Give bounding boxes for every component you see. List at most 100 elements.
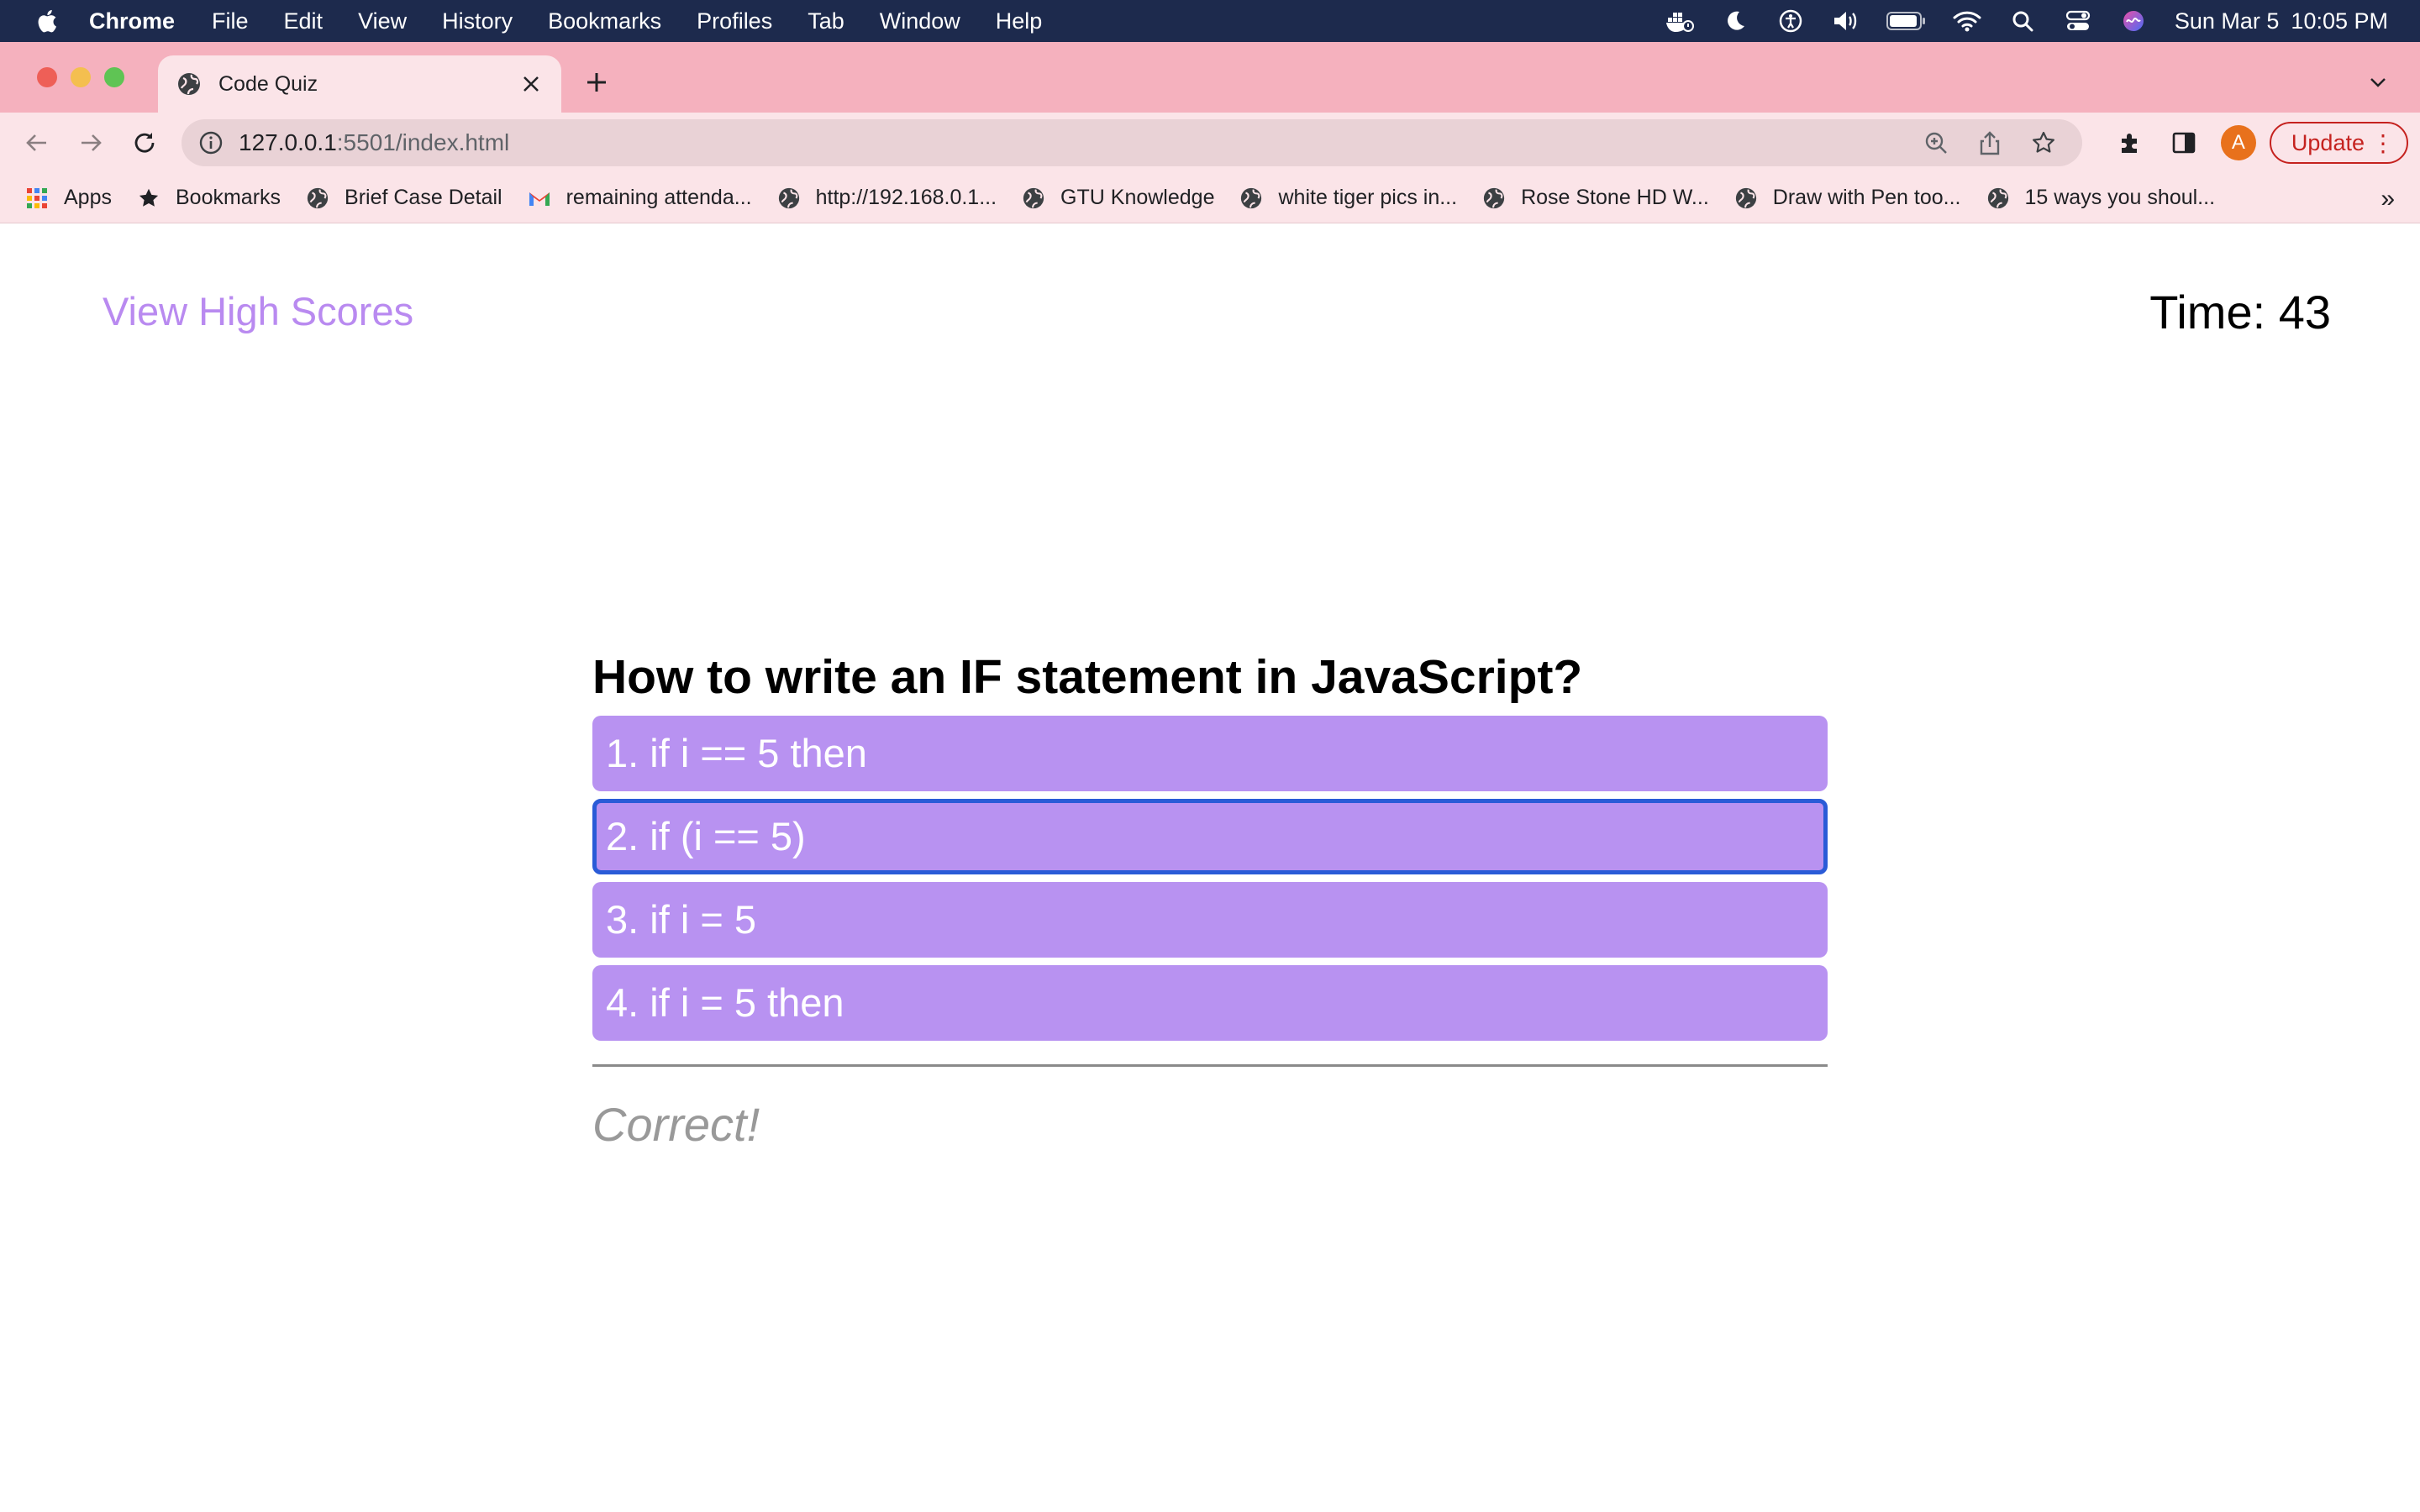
url-text[interactable]: 127.0.0.1:5501/index.html [239,129,1921,156]
tab-title: Code Quiz [218,71,318,96]
bookmark-rose-stone[interactable]: Rose Stone HD W... [1482,186,1709,210]
zoom-icon[interactable] [1921,128,1951,158]
share-icon[interactable] [1975,128,2005,158]
back-arrow-icon [26,134,46,151]
macos-menu-bar: Chrome File Edit View History Bookmarks … [0,0,2420,42]
bookmark-gmail[interactable]: remaining attenda... [528,186,752,210]
bookmark-15-ways[interactable]: 15 ways you shoul... [1986,186,2216,210]
battery-icon[interactable] [1886,8,1928,34]
bookmark-label: 15 ways you shoul... [2024,186,2216,209]
url-host: 127.0.0.1 [239,129,337,155]
globe-icon [176,71,202,97]
volume-icon[interactable] [1830,8,1862,34]
globe-icon [306,186,329,210]
bookmark-gtu[interactable]: GTU Knowledge [1022,186,1214,210]
chevron-down-icon [2370,78,2386,87]
bookmark-apps[interactable]: Apps [25,186,112,210]
bookmark-label: Draw with Pen too... [1772,186,1961,209]
bookmark-label: Brief Case Detail [345,186,502,209]
feedback-divider [592,1063,1828,1067]
bookmark-bookmarks[interactable]: Bookmarks [137,186,281,210]
accessibility-icon[interactable] [1775,8,1807,34]
close-tab-icon[interactable] [514,67,548,101]
bookmark-label: Bookmarks [175,186,281,209]
status-area: Sun Mar 5 10:05 PM [1640,0,2388,42]
bookmark-draw-pen[interactable]: Draw with Pen too... [1734,186,1961,210]
forward-button[interactable] [72,124,109,161]
menu-tab[interactable]: Tab [808,8,844,34]
siri-icon[interactable] [2118,8,2149,34]
menu-profiles[interactable]: Profiles [697,8,772,34]
bookmark-router[interactable]: http://192.168.0.1... [777,186,997,210]
side-panel-icon[interactable] [2167,126,2201,160]
bookmark-label: http://192.168.0.1... [815,186,997,209]
menu-bookmarks[interactable]: Bookmarks [548,8,661,34]
extensions-puzzle-icon[interactable] [2113,126,2147,160]
bookmark-label: GTU Knowledge [1060,186,1215,209]
zoom-window-button[interactable] [104,67,124,87]
globe-icon [1482,186,1506,210]
menu-history[interactable]: History [442,8,513,34]
toolbar-right: A Update ⋮ [2113,113,2420,173]
bookmark-label: Rose Stone HD W... [1521,186,1709,209]
globe-icon [1022,186,1045,210]
wifi-icon[interactable] [1951,8,1983,34]
bookmarks-overflow-icon[interactable]: » [2381,185,2395,213]
menubar-clock[interactable]: Sun Mar 5 10:05 PM [2175,8,2388,34]
menu-view[interactable]: View [358,8,407,34]
control-center-icon[interactable] [2062,8,2094,34]
globe-icon [1986,186,2010,210]
menu-chrome[interactable]: Chrome [89,8,175,34]
bookmark-brief-case[interactable]: Brief Case Detail [306,186,502,210]
browser-toolbar: 127.0.0.1:5501/index.html A Update ⋮ [0,113,2420,173]
menu-file[interactable]: File [212,8,249,34]
answer-choice-2[interactable]: 2. if (i == 5) [592,798,1828,874]
apple-icon[interactable] [37,8,57,34]
update-button[interactable]: Update ⋮ [2269,122,2408,164]
bookmark-label: white tiger pics in... [1278,186,1458,209]
update-label: Update [2291,129,2365,155]
menubar-time: 10:05 PM [2291,8,2388,34]
quiz-timer: Time: 43 [2149,286,2331,339]
more-vert-icon: ⋮ [2371,130,2395,156]
moon-icon[interactable] [1719,8,1751,34]
answer-choice-1[interactable]: 1. if i == 5 then [592,715,1828,791]
gmail-icon [528,186,551,210]
tab-code-quiz[interactable]: Code Quiz [158,55,561,113]
globe-icon [1239,186,1263,210]
menu-edit[interactable]: Edit [284,8,324,34]
reload-button[interactable] [126,124,163,161]
window-controls [37,67,138,87]
menu-help[interactable]: Help [996,8,1043,34]
plus-icon [587,73,606,92]
globe-icon [1734,186,1758,210]
star-icon [137,186,160,210]
site-info-icon[interactable] [198,130,224,155]
bookmark-label: Apps [64,186,112,209]
tab-search-button[interactable] [2361,66,2395,99]
spotlight-search-icon[interactable] [2007,8,2039,34]
back-button[interactable] [18,124,55,161]
answer-choice-4[interactable]: 4. if i = 5 then [592,964,1828,1041]
minimize-window-button[interactable] [71,67,91,87]
question-title: How to write an IF statement in JavaScri… [592,650,1583,704]
menu-window[interactable]: Window [880,8,960,34]
new-tab-button[interactable] [578,64,615,101]
profile-avatar[interactable]: A [2220,125,2256,160]
globe-icon [777,186,801,210]
bookmark-label: remaining attenda... [566,186,752,209]
reload-icon [134,133,155,153]
close-window-button[interactable] [37,67,57,87]
docker-icon[interactable] [1664,8,1696,34]
menubar-date: Sun Mar 5 [2174,8,2280,34]
quiz-card: How to write an IF statement in JavaScri… [592,651,1828,1152]
forward-arrow-icon [82,134,102,151]
answer-choice-3[interactable]: 3. if i = 5 [592,881,1828,958]
tab-strip: Code Quiz [0,42,2420,113]
bookmark-white-tiger[interactable]: white tiger pics in... [1239,186,1457,210]
address-bar[interactable]: 127.0.0.1:5501/index.html [182,119,2082,166]
bookmark-star-icon[interactable] [2028,128,2059,158]
page-content: View High Scores Time: 43 How to write a… [0,224,2420,1512]
view-high-scores-link[interactable]: View High Scores [103,288,413,334]
answer-feedback: Correct! [592,1097,760,1151]
